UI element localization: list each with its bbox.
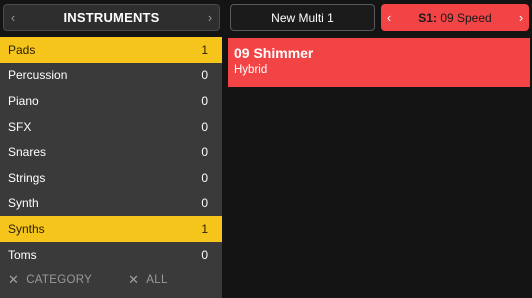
filter-footer: ✕ CATEGORY ✕ ALL (0, 267, 222, 293)
close-icon: ✕ (8, 272, 20, 288)
clear-category-label: CATEGORY (26, 274, 93, 287)
category-label: Toms (8, 247, 37, 262)
slot-label: S1: 09 Speed (397, 11, 513, 25)
preset-item[interactable]: 09 Shimmer Hybrid (228, 38, 530, 87)
category-label: Snares (8, 145, 47, 160)
category-item-snares[interactable]: Snares 0 (0, 139, 222, 165)
category-label: Pads (8, 42, 36, 57)
category-count: 0 (201, 68, 208, 83)
category-count: 0 (201, 170, 208, 185)
category-item-synth[interactable]: Synth 0 (0, 191, 222, 217)
category-count: 0 (201, 93, 208, 108)
category-count: 1 (201, 221, 208, 236)
clear-all-button[interactable]: ✕ ALL (128, 272, 168, 288)
slot-selector[interactable]: ‹ S1: 09 Speed › (381, 4, 529, 31)
chevron-right-icon[interactable]: › (201, 5, 219, 30)
instruments-title: INSTRUMENTS (63, 10, 160, 25)
category-item-toms[interactable]: Toms 0 (0, 242, 222, 268)
category-count: 0 (201, 196, 208, 211)
category-item-percussion[interactable]: Percussion 0 (0, 63, 222, 89)
category-label: Percussion (8, 68, 68, 83)
category-item-piano[interactable]: Piano 0 (0, 88, 222, 114)
preset-browser: 09 Shimmer Hybrid (226, 37, 532, 298)
slot-preset-name: 09 Speed (440, 10, 492, 25)
category-item-sfx[interactable]: SFX 0 (0, 114, 222, 140)
category-label: Piano (8, 93, 39, 108)
preset-type: Hybrid (234, 64, 268, 76)
close-icon: ✕ (128, 272, 140, 288)
category-label: Synth (8, 196, 39, 211)
category-count: 0 (201, 145, 208, 160)
chevron-left-icon[interactable]: ‹ (4, 5, 22, 30)
category-item-synths[interactable]: Synths 1 (0, 216, 222, 242)
multi-name-label: New Multi 1 (271, 10, 334, 25)
multi-name-field[interactable]: New Multi 1 (230, 4, 375, 31)
slot-next-chevron-right-icon[interactable]: › (513, 4, 529, 31)
category-item-strings[interactable]: Strings 0 (0, 165, 222, 191)
slot-prev-chevron-left-icon[interactable]: ‹ (381, 4, 397, 31)
category-list: Pads 1 Percussion 0 Piano 0 SFX 0 Snares 0 Strings… (0, 37, 222, 267)
category-item-pads[interactable]: Pads 1 (0, 37, 222, 63)
category-count: 0 (201, 119, 208, 134)
category-count: 0 (201, 247, 208, 262)
category-label: Synths (8, 221, 45, 236)
slot-prefix: S1: (418, 10, 437, 25)
clear-category-button[interactable]: ✕ CATEGORY (8, 272, 92, 288)
category-label: Strings (8, 170, 46, 185)
preset-name: 09 Shimmer (234, 45, 314, 61)
clear-all-label: ALL (146, 274, 168, 287)
top-bar: ‹ INSTRUMENTS › New Multi 1 ‹ S1: 09 Spe… (0, 0, 532, 35)
category-sidebar: Pads 1 Percussion 0 Piano 0 SFX 0 Snares 0 Strings… (0, 37, 222, 298)
instruments-header: ‹ INSTRUMENTS › (3, 4, 220, 31)
category-count: 1 (201, 42, 208, 57)
category-label: SFX (8, 119, 32, 134)
